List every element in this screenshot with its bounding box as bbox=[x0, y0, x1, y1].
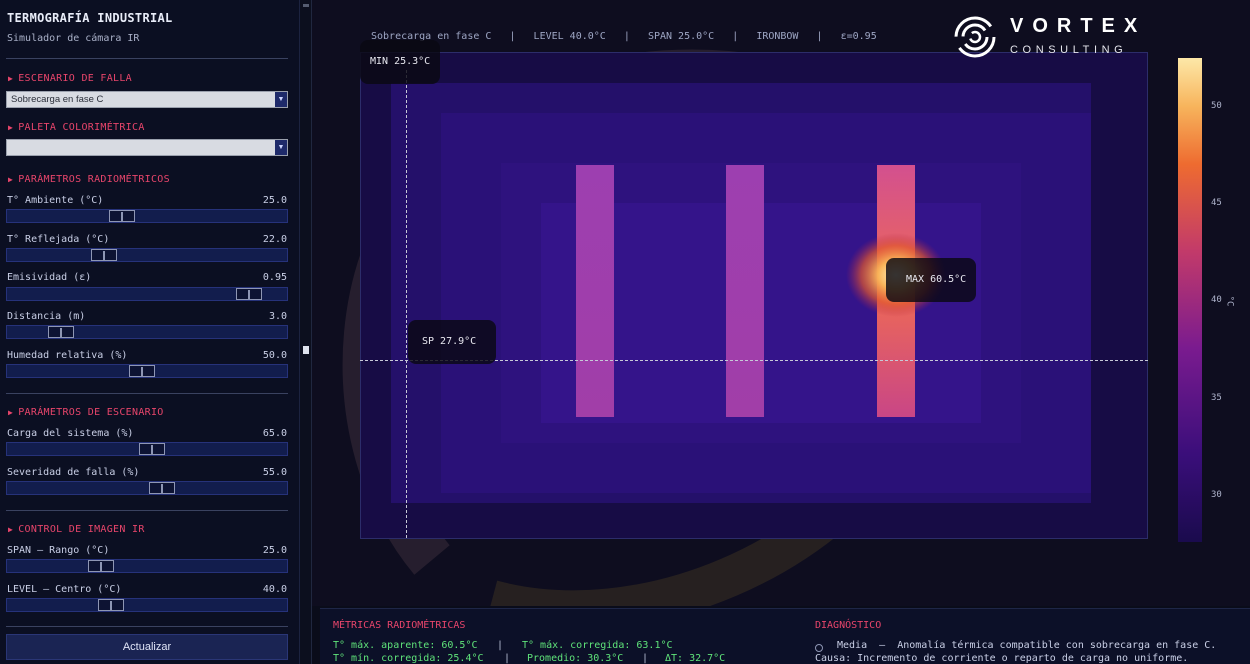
slider-label-level: LEVEL – Centro (°C) bbox=[7, 584, 122, 595]
diagnosis-line-1: Media – Anomalía térmica compatible con … bbox=[837, 640, 1217, 651]
fault-severity-slider[interactable] bbox=[6, 481, 288, 495]
metric-tmin-corrected: T° mín. corregida: 25.4°C bbox=[333, 653, 484, 664]
app-title: TERMOGRAFÍA INDUSTRIAL bbox=[7, 11, 173, 25]
metric-delta: ΔT: 32.7°C bbox=[665, 653, 726, 664]
slider-label-load: Carga del sistema (%) bbox=[7, 428, 134, 439]
slider-value-span: 25.0 bbox=[262, 545, 287, 556]
logo-wordmark: VORTEX bbox=[1010, 15, 1147, 37]
colorbar-tick: 40 bbox=[1211, 295, 1222, 305]
phase-a-bar bbox=[576, 165, 614, 417]
slider-handle[interactable] bbox=[88, 560, 114, 572]
slider-value-emissivity: 0.95 bbox=[262, 272, 287, 283]
scrollbar-thumb[interactable] bbox=[303, 346, 309, 354]
colorbar-tick: 50 bbox=[1211, 101, 1222, 111]
phase-b-bar bbox=[726, 165, 764, 417]
section-fault-scenario: ESCENARIO DE FALLA bbox=[8, 73, 132, 84]
slider-label-emissivity: Emisividad (ε) bbox=[7, 272, 92, 283]
distance-slider[interactable] bbox=[6, 325, 288, 339]
sidebar-scrollbar[interactable] bbox=[300, 0, 312, 664]
colorbar-tick: 30 bbox=[1211, 490, 1222, 500]
slider-value-load: 65.0 bbox=[262, 428, 287, 439]
logo-tagline: CONSULTING bbox=[1010, 44, 1128, 56]
diagnosis-line-2: Causa: Incremento de corriente o reparto… bbox=[815, 653, 1189, 664]
status-hud: Sobrecarga en fase C | LEVEL 40.0°C | SP… bbox=[371, 31, 877, 42]
thermal-scene bbox=[361, 53, 1147, 538]
max-temp-tag: MAX 60.5°C bbox=[886, 258, 977, 302]
slider-value-humidity: 50.0 bbox=[262, 350, 287, 361]
slider-handle[interactable] bbox=[48, 326, 74, 338]
divider bbox=[6, 626, 288, 627]
update-button[interactable]: Actualizar bbox=[6, 634, 288, 660]
vortex-logo: VORTEX CONSULTING bbox=[952, 14, 1172, 60]
thermal-image[interactable] bbox=[360, 52, 1148, 539]
temperature-colorbar bbox=[1178, 58, 1202, 542]
chevron-down-icon[interactable]: ▼ bbox=[275, 140, 287, 155]
metric-separator: | bbox=[504, 653, 511, 664]
ambient-temp-slider[interactable] bbox=[6, 209, 288, 223]
palette-select[interactable]: ▼ bbox=[6, 139, 288, 156]
slider-label-ambient: T° Ambiente (°C) bbox=[7, 195, 104, 206]
slider-handle[interactable] bbox=[236, 288, 262, 300]
metric-tmax-corrected: T° máx. corregida: 63.1°C bbox=[522, 640, 673, 651]
slider-value-ambient: 25.0 bbox=[262, 195, 287, 206]
fault-scenario-select[interactable]: Sobrecarga en fase C ▼ bbox=[6, 91, 288, 108]
diagnosis-title: DIAGNÓSTICO bbox=[815, 620, 882, 631]
metric-tmax-apparent: T° máx. aparente: 60.5°C bbox=[333, 640, 478, 651]
section-palette: PALETA COLORIMÉTRICA bbox=[8, 122, 145, 133]
slider-handle[interactable] bbox=[129, 365, 155, 377]
divider bbox=[6, 510, 288, 511]
divider bbox=[6, 393, 288, 394]
section-image-control: CONTROL DE IMAGEN IR bbox=[8, 524, 145, 535]
emissivity-slider[interactable] bbox=[6, 287, 288, 301]
section-scenario: PARÁMETROS DE ESCENARIO bbox=[8, 407, 164, 418]
section-radiometric: PARÁMETROS RADIOMÉTRICOS bbox=[8, 174, 170, 185]
metrics-panel: MÉTRICAS RADIOMÉTRICAS T° máx. aparente:… bbox=[320, 608, 1250, 664]
colorbar-unit: °C bbox=[1224, 295, 1235, 307]
app-subtitle: Simulador de cámara IR bbox=[7, 33, 140, 44]
min-temp-tag: MIN 25.3°C bbox=[360, 40, 441, 84]
spot-crosshair-vertical bbox=[406, 70, 407, 538]
reflected-temp-slider[interactable] bbox=[6, 248, 288, 262]
slider-value-distance: 3.0 bbox=[268, 311, 287, 322]
slider-value-reflected: 22.0 bbox=[262, 234, 287, 245]
colorbar-tick: 35 bbox=[1211, 393, 1222, 403]
vortex-swirl-icon bbox=[954, 16, 996, 58]
slider-label-distance: Distancia (m) bbox=[7, 311, 86, 322]
slider-value-severity: 55.0 bbox=[262, 467, 287, 478]
slider-handle[interactable] bbox=[98, 599, 124, 611]
system-load-slider[interactable] bbox=[6, 442, 288, 456]
fault-scenario-value: Sobrecarga en fase C bbox=[11, 94, 104, 105]
slider-handle[interactable] bbox=[139, 443, 165, 455]
metric-separator: | bbox=[642, 653, 649, 664]
thermal-viewer: Sobrecarga en fase C | LEVEL 40.0°C | SP… bbox=[312, 0, 1250, 606]
slider-label-span: SPAN – Rango (°C) bbox=[7, 545, 110, 556]
spot-temp-tag: SP 27.9°C bbox=[408, 320, 497, 364]
humidity-slider[interactable] bbox=[6, 364, 288, 378]
metrics-title: MÉTRICAS RADIOMÉTRICAS bbox=[333, 620, 466, 631]
chevron-down-icon[interactable]: ▼ bbox=[275, 92, 287, 107]
slider-label-reflected: T° Reflejada (°C) bbox=[7, 234, 110, 245]
slider-handle[interactable] bbox=[109, 210, 135, 222]
divider bbox=[6, 58, 288, 59]
level-slider[interactable] bbox=[6, 598, 288, 612]
slider-handle[interactable] bbox=[149, 482, 175, 494]
control-sidebar: TERMOGRAFÍA INDUSTRIAL Simulador de cáma… bbox=[0, 0, 300, 664]
slider-value-level: 40.0 bbox=[262, 584, 287, 595]
metric-separator: | bbox=[497, 640, 504, 651]
slider-label-severity: Severidad de falla (%) bbox=[7, 467, 140, 478]
severity-dot-icon bbox=[815, 644, 823, 652]
metric-mean: Promedio: 30.3°C bbox=[527, 653, 624, 664]
span-slider[interactable] bbox=[6, 559, 288, 573]
slider-handle[interactable] bbox=[91, 249, 117, 261]
slider-label-humidity: Humedad relativa (%) bbox=[7, 350, 128, 361]
scrollbar-cap bbox=[303, 4, 309, 7]
colorbar-tick: 45 bbox=[1211, 198, 1222, 208]
